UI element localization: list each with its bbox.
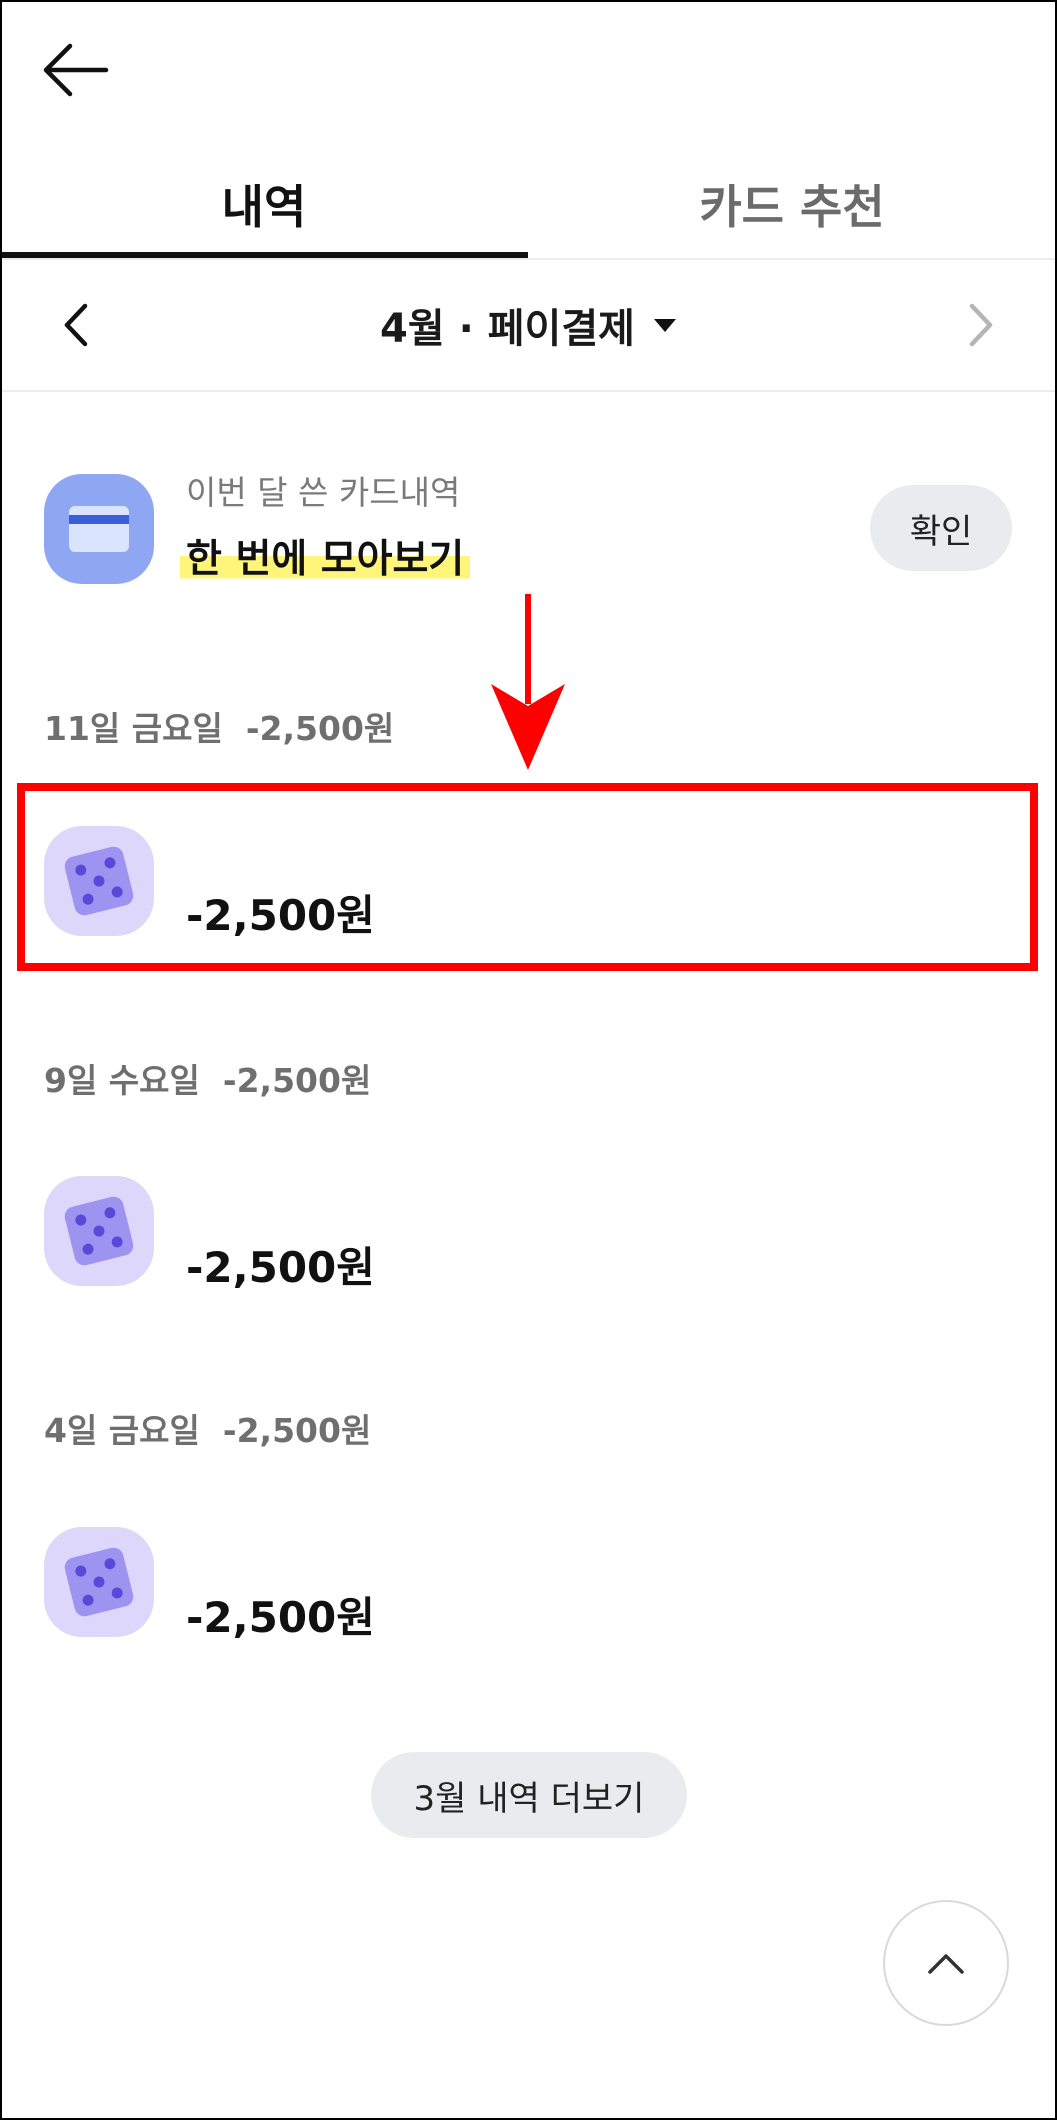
- transaction-amount-3[interactable]: -2,500원: [186, 1584, 375, 1645]
- divider: [0, 390, 1057, 392]
- tab-card-recommend[interactable]: 카드 추천: [528, 150, 1056, 258]
- chevron-up-icon: [928, 1954, 964, 1974]
- chevron-right-icon[interactable]: [958, 298, 1002, 352]
- month-title: 4월 · 페이결제: [380, 306, 635, 352]
- scroll-top-button[interactable]: [883, 1900, 1009, 2026]
- dice-icon: [44, 1527, 154, 1637]
- date-header-3: 4일 금요일 -2,500원: [44, 1411, 372, 1450]
- transaction-amount-1[interactable]: -2,500원: [186, 882, 375, 943]
- chevron-left-icon[interactable]: [55, 298, 99, 352]
- load-previous-month-button[interactable]: 3월 내역 더보기: [371, 1752, 687, 1838]
- banner-title-wrap: 한 번에 모아보기: [180, 528, 471, 584]
- arrow-left-icon[interactable]: [40, 40, 112, 100]
- annotation-highlight-box: [17, 783, 1038, 971]
- tab-history[interactable]: 내역: [0, 150, 528, 258]
- banner-title: 한 번에 모아보기: [180, 537, 471, 582]
- annotation-arrow-icon: [485, 594, 571, 774]
- date-header-1: 11일 금요일 -2,500원: [44, 709, 395, 748]
- confirm-button[interactable]: 확인: [870, 485, 1012, 571]
- date-header-2: 9일 수요일 -2,500원: [44, 1061, 372, 1100]
- month-selector[interactable]: 4월 · 페이결제: [260, 292, 797, 358]
- credit-card-icon: [44, 474, 154, 584]
- dice-icon: [44, 826, 154, 936]
- transaction-amount-2[interactable]: -2,500원: [186, 1234, 375, 1295]
- caret-down-icon: [653, 319, 676, 332]
- divider: [0, 258, 1057, 260]
- banner-subtitle: 이번 달 쓴 카드내역: [186, 473, 461, 512]
- dice-icon: [44, 1176, 154, 1286]
